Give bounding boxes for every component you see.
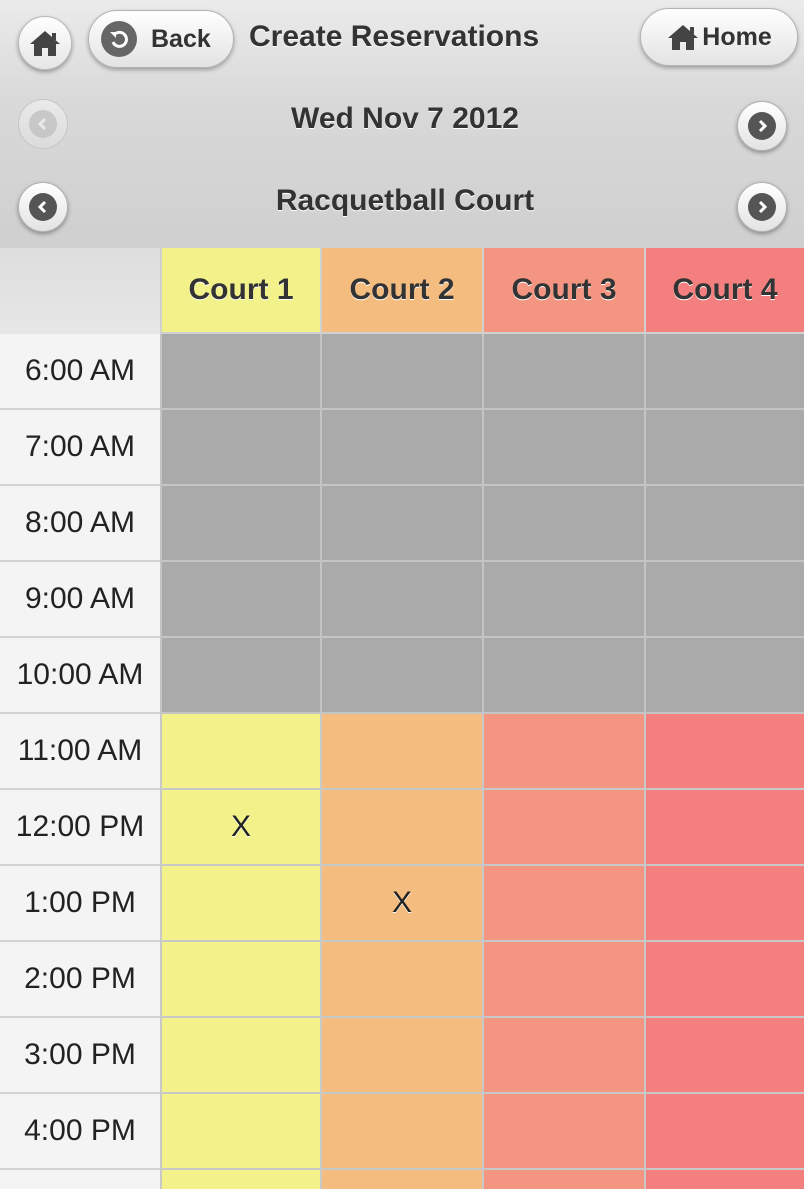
time-slot-row: 8:00 AM [0,486,804,562]
court-1-slot [160,334,320,410]
court-2-slot[interactable] [320,1094,482,1170]
court-2-slot[interactable] [320,714,482,790]
court-header-row: Court 1 Court 2 Court 3 Court 4 [0,248,804,334]
court-4-slot[interactable] [644,714,804,790]
time-label: 4:00 PM [0,1094,160,1170]
time-label: 1:00 PM [0,866,160,942]
court-4-slot[interactable] [644,1170,804,1189]
header-corner [0,248,160,334]
court-header-3: Court 3 [482,248,644,334]
house-icon [668,25,699,50]
court-1-slot[interactable]: X [160,790,320,866]
time-label: 8:00 AM [0,486,160,562]
court-1-slot[interactable] [160,866,320,942]
court-3-slot [482,334,644,410]
court-header-1: Court 1 [160,248,320,334]
back-button[interactable]: Back [88,10,234,68]
next-date-button[interactable] [737,101,787,151]
court-3-slot[interactable] [482,714,644,790]
court-3-slot[interactable] [482,1018,644,1094]
prev-facility-button[interactable] [18,182,68,232]
court-3-slot [482,410,644,486]
court-1-slot [160,486,320,562]
time-slot-row [0,1170,804,1189]
court-4-slot[interactable] [644,790,804,866]
time-label: 11:00 AM [0,714,160,790]
home-icon-button[interactable] [18,16,72,70]
time-slot-row: 2:00 PM [0,942,804,1018]
court-4-slot[interactable] [644,1094,804,1170]
time-label [0,1170,160,1189]
chevron-left-icon [37,117,47,131]
back-label: Back [151,24,211,53]
time-slot-row: 12:00 PM X [0,790,804,866]
court-4-slot [644,638,804,714]
time-label: 10:00 AM [0,638,160,714]
time-slot-row: 9:00 AM [0,562,804,638]
time-slot-row: 3:00 PM [0,1018,804,1094]
current-date: Wed Nov 7 2012 [291,102,519,135]
time-label: 7:00 AM [0,410,160,486]
chevron-right-icon [758,119,768,133]
court-3-slot [482,562,644,638]
court-2-slot [320,334,482,410]
court-3-slot[interactable] [482,790,644,866]
court-2-slot[interactable] [320,1018,482,1094]
time-slot-row: 7:00 AM [0,410,804,486]
court-2-slot[interactable]: X [320,866,482,942]
time-slot-row: 10:00 AM [0,638,804,714]
court-4-slot [644,562,804,638]
court-1-slot [160,638,320,714]
court-4-slot [644,334,804,410]
court-3-slot [482,638,644,714]
court-2-slot[interactable] [320,790,482,866]
court-4-slot [644,410,804,486]
court-2-slot[interactable] [320,942,482,1018]
court-3-slot[interactable] [482,942,644,1018]
court-4-slot [644,486,804,562]
court-4-slot[interactable] [644,942,804,1018]
court-1-slot[interactable] [160,942,320,1018]
court-2-slot [320,562,482,638]
court-3-slot[interactable] [482,1170,644,1189]
court-1-slot[interactable] [160,714,320,790]
court-3-slot[interactable] [482,1094,644,1170]
time-label: 6:00 AM [0,334,160,410]
court-header-2: Court 2 [320,248,482,334]
facility-name: Racquetball Court [275,184,535,217]
time-label: 12:00 PM [0,790,160,866]
court-header-4: Court 4 [644,248,804,334]
time-slot-row: 6:00 AM [0,334,804,410]
time-slot-row: 1:00 PM X [0,866,804,942]
court-1-slot [160,562,320,638]
time-label: 2:00 PM [0,942,160,1018]
reservation-grid: Court 1 Court 2 Court 3 Court 4 6:00 AM 7:00… [0,248,804,1189]
court-1-slot[interactable] [160,1170,320,1189]
home-label: Home [702,22,772,51]
back-arrow-icon [101,21,137,57]
time-label: 3:00 PM [0,1018,160,1094]
court-2-slot [320,638,482,714]
court-4-slot[interactable] [644,1018,804,1094]
court-3-slot[interactable] [482,866,644,942]
header-bar: Back Create Reservations Home Wed Nov 7 … [0,0,804,248]
time-slot-row: 4:00 PM [0,1094,804,1170]
time-slot-row: 11:00 AM [0,714,804,790]
court-2-slot [320,486,482,562]
court-2-slot [320,410,482,486]
page-title: Create Reservations [249,20,540,53]
court-1-slot [160,410,320,486]
house-icon [30,31,60,56]
court-1-slot[interactable] [160,1094,320,1170]
home-button[interactable]: Home [640,8,798,66]
chevron-right-icon [758,200,768,214]
time-label: 9:00 AM [0,562,160,638]
next-facility-button[interactable] [737,182,787,232]
court-3-slot [482,486,644,562]
court-2-slot[interactable] [320,1170,482,1189]
court-4-slot[interactable] [644,866,804,942]
prev-date-button[interactable] [18,99,68,149]
chevron-left-icon [37,200,47,214]
court-1-slot[interactable] [160,1018,320,1094]
